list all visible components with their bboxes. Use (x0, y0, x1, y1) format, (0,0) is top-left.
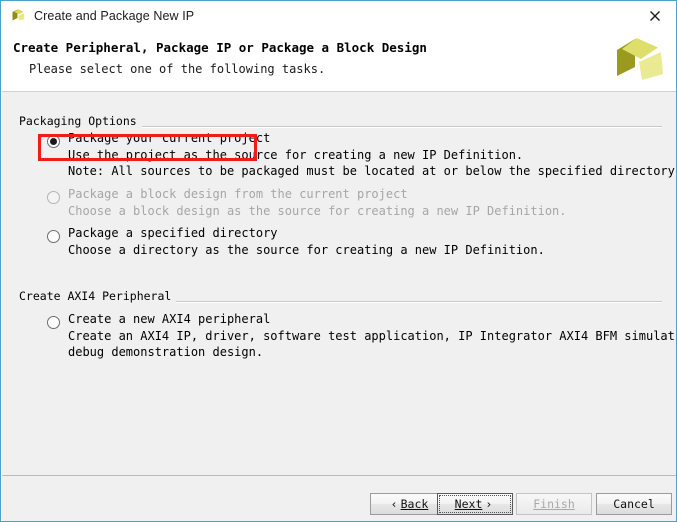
cancel-button[interactable]: Cancel (596, 493, 672, 515)
close-button[interactable] (632, 2, 676, 29)
option-title: Package a specified directory (68, 226, 278, 240)
dialog-window: Create and Package New IP Create Periphe… (0, 0, 677, 522)
option-description-line-2: debug demonstration design. (68, 345, 264, 359)
option-title: Package a block design from the current … (68, 187, 408, 201)
dialog-footer: ‹ Back Next › Finish Cancel (2, 476, 676, 521)
group-label-create-axi4-peripheral: Create AXI4 Peripheral (19, 289, 177, 303)
wizard-header: Create Peripheral, Package IP or Package… (2, 29, 676, 91)
chevron-left-icon: ‹ (390, 497, 398, 511)
window-title: Create and Package New IP (34, 8, 195, 23)
xilinx-logo-icon (9, 7, 27, 25)
finish-button: Finish (516, 493, 592, 515)
option-title: Package your current project (68, 131, 271, 145)
chevron-right-icon: › (485, 497, 493, 511)
page-title: Create Peripheral, Package IP or Package… (13, 40, 427, 55)
option-description-line-1: Choose a block design as the source for … (68, 204, 567, 218)
dialog-content: Packaging Options Package your current p… (2, 92, 677, 475)
option-description-line-1: Create an AXI4 IP, driver, software test… (68, 329, 677, 343)
group-packaging-options-header: Packaging Options (2, 114, 676, 130)
close-icon (649, 10, 660, 21)
option-title: Create a new AXI4 peripheral (68, 312, 271, 326)
radio-package-current-project[interactable] (47, 135, 60, 148)
title-bar: Create and Package New IP (2, 2, 676, 29)
option-description-line-2: Note: All sources to be packaged must be… (68, 164, 677, 178)
finish-button-label: Finish (533, 497, 575, 511)
group-create-axi4-peripheral-header: Create AXI4 Peripheral (2, 289, 676, 305)
next-button-label: Next (454, 497, 483, 511)
back-button-label: Back (400, 497, 429, 511)
option-description-line-1: Choose a directory as the source for cre… (68, 243, 545, 257)
radio-create-new-axi4-peripheral[interactable] (47, 316, 60, 329)
radio-package-block-design (47, 191, 60, 204)
group-label-packaging-options: Packaging Options (19, 114, 142, 128)
next-button[interactable]: Next › (437, 493, 513, 515)
radio-package-specified-directory[interactable] (47, 230, 60, 243)
page-subtitle: Please select one of the following tasks… (29, 62, 326, 76)
cancel-button-label: Cancel (613, 497, 655, 511)
option-description-line-1: Use the project as the source for creati… (68, 148, 524, 162)
xilinx-logo (609, 34, 665, 86)
back-button[interactable]: ‹ Back (370, 493, 446, 515)
